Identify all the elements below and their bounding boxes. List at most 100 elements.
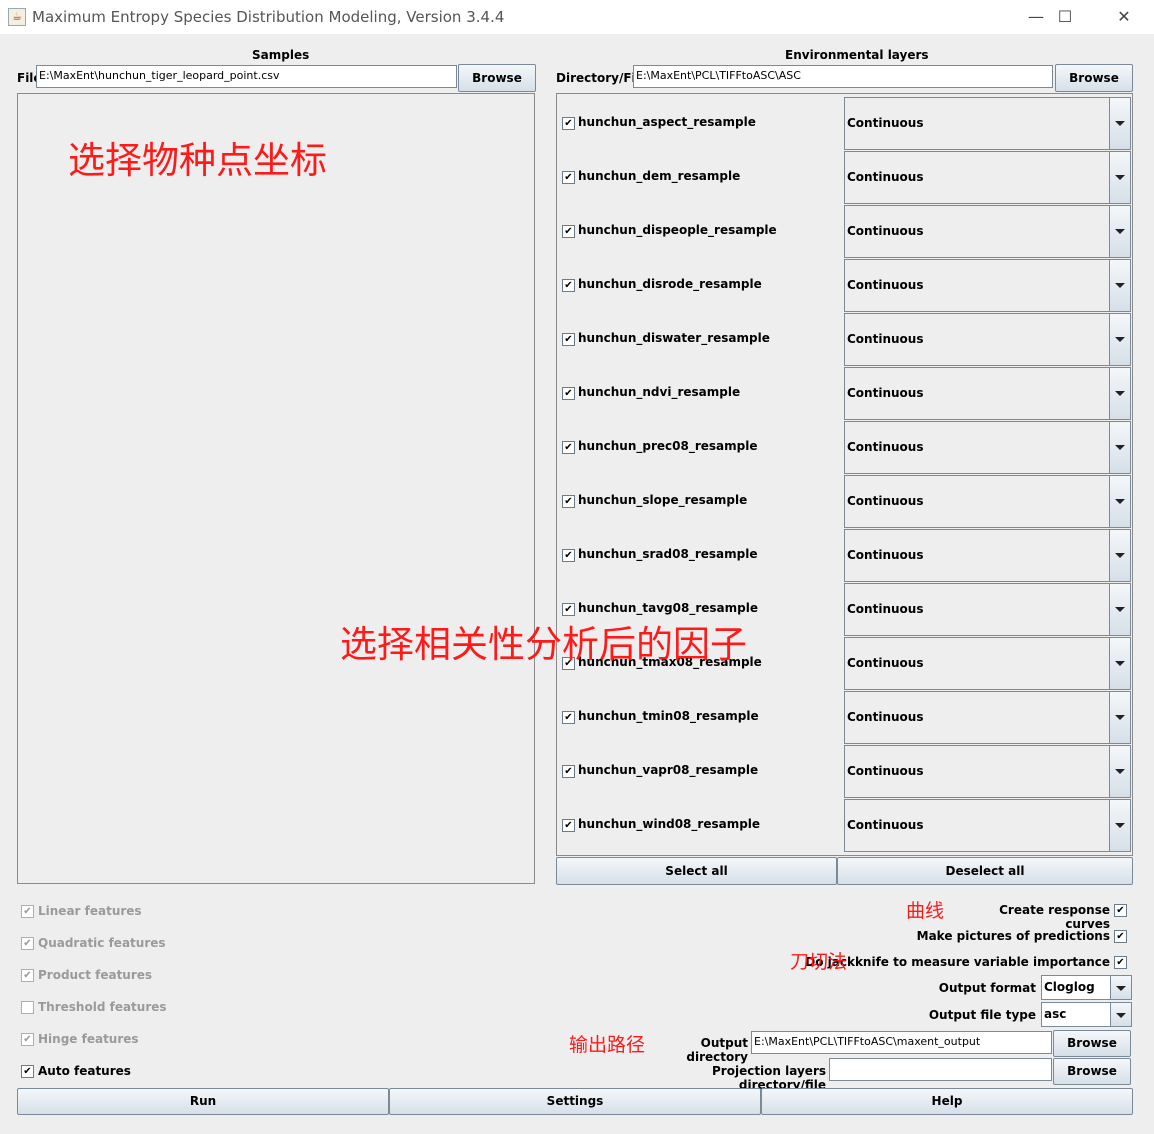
feature-checkbox[interactable]: ✔ [21,905,34,918]
layer-type-select[interactable]: Continuous [844,637,1131,690]
layer-checkbox[interactable]: ✔ [562,279,575,292]
chevron-down-icon [1115,337,1125,342]
layer-type-select[interactable]: Continuous [844,97,1131,150]
samples-heading: Samples [252,48,310,62]
settings-button[interactable]: Settings [389,1088,761,1115]
run-button[interactable]: Run [17,1088,389,1115]
layer-type-dropdown-arrow[interactable] [1109,692,1130,743]
layer-type-select[interactable]: Continuous [844,259,1131,312]
feature-checkbox[interactable]: ✔ [21,1065,34,1078]
layer-type-select[interactable]: Continuous [844,583,1131,636]
layer-checkbox[interactable]: ✔ [562,819,575,832]
layer-type-value: Continuous [847,386,924,400]
layer-checkbox[interactable]: ✔ [562,225,575,238]
layer-checkbox[interactable]: ✔ [562,171,575,184]
layer-type-value: Continuous [847,602,924,616]
layer-type-value: Continuous [847,494,924,508]
chevron-down-icon [1115,607,1125,612]
output-file-type-select[interactable]: asc [1041,1002,1132,1027]
output-format-value: Cloglog [1044,980,1095,994]
feature-checkbox[interactable]: ✔ [21,969,34,982]
output-file-type-dropdown-arrow[interactable] [1110,1003,1131,1026]
layer-type-value: Continuous [847,548,924,562]
feature-checkbox[interactable]: ✔ [21,937,34,950]
deselect-all-button[interactable]: Deselect all [837,857,1133,885]
response-curves-checkbox[interactable]: ✔ [1114,904,1127,917]
chevron-down-icon [1115,823,1125,828]
feature-label: Hinge features [38,1032,139,1046]
layer-type-dropdown-arrow[interactable] [1109,746,1130,797]
layer-type-select[interactable]: Continuous [844,421,1131,474]
pictures-label: Make pictures of predictions [916,929,1110,943]
layer-type-dropdown-arrow[interactable] [1109,800,1130,851]
layer-type-value: Continuous [847,278,924,292]
layer-checkbox[interactable]: ✔ [562,117,575,130]
layer-name: hunchun_dem_resample [578,169,741,183]
layer-type-select[interactable]: Continuous [844,799,1131,852]
layer-type-dropdown-arrow[interactable] [1109,314,1130,365]
layer-checkbox[interactable]: ✔ [562,495,575,508]
annotation-select-points: 选择物种点坐标 [68,139,327,182]
pictures-checkbox[interactable]: ✔ [1114,930,1127,943]
java-app-icon[interactable]: ☕ [8,8,26,26]
layer-type-value: Continuous [847,332,924,346]
layer-row: ✔ hunchun_prec08_resample Continuous [557,420,1131,474]
feature-checkbox[interactable]: ✔ [21,1033,34,1046]
layer-type-dropdown-arrow[interactable] [1109,476,1130,527]
layer-checkbox[interactable]: ✔ [562,333,575,346]
layer-checkbox[interactable]: ✔ [562,711,575,724]
feature-label: Threshold features [38,1000,167,1014]
layer-type-select[interactable]: Continuous [844,313,1131,366]
layer-checkbox[interactable]: ✔ [562,765,575,778]
samples-browse-button[interactable]: Browse [458,64,536,92]
layer-checkbox[interactable]: ✔ [562,549,575,562]
output-directory-field[interactable]: E:\MaxEnt\PCL\TIFFtoASC\maxent_output [751,1031,1052,1054]
samples-list-panel[interactable] [17,93,535,884]
layer-name: hunchun_ndvi_resample [578,385,741,399]
output-format-dropdown-arrow[interactable] [1110,976,1131,999]
layer-type-value: Continuous [847,818,924,832]
annotation-output-path: 输出路径 [569,1034,646,1056]
layer-type-select[interactable]: Continuous [844,367,1131,420]
layer-name: hunchun_aspect_resample [578,115,756,129]
layer-type-dropdown-arrow[interactable] [1109,584,1130,635]
layer-type-select[interactable]: Continuous [844,745,1131,798]
layer-type-dropdown-arrow[interactable] [1109,98,1130,149]
help-button[interactable]: Help [761,1088,1133,1115]
chevron-down-icon [1115,229,1125,234]
env-dir-field[interactable]: E:\MaxEnt\PCL\TIFFtoASC\ASC [633,65,1053,88]
layer-name: hunchun_tmin08_resample [578,709,759,723]
projection-layers-field[interactable] [829,1058,1052,1081]
layer-checkbox[interactable]: ✔ [562,387,575,400]
samples-file-field[interactable]: E:\MaxEnt\hunchun_tiger_leopard_point.cs… [36,65,457,88]
layer-type-select[interactable]: Continuous [844,205,1131,258]
layer-type-value: Continuous [847,116,924,130]
response-curves-label: Create response curves [999,903,1110,931]
layer-type-dropdown-arrow[interactable] [1109,368,1130,419]
layer-type-dropdown-arrow[interactable] [1109,422,1130,473]
projection-layers-browse-button[interactable]: Browse [1053,1058,1131,1085]
layer-type-value: Continuous [847,764,924,778]
output-directory-browse-button[interactable]: Browse [1053,1030,1131,1057]
annotation-curves: 曲线 [906,900,945,922]
close-button[interactable]: ✕ [1104,6,1144,28]
maximize-button[interactable]: ☐ [1045,6,1085,28]
select-all-button[interactable]: Select all [556,857,837,885]
layer-type-select[interactable]: Continuous [844,691,1131,744]
jackknife-checkbox[interactable]: ✔ [1114,956,1127,969]
layer-checkbox[interactable]: ✔ [562,441,575,454]
annotation-jackknife: 刀切法 [790,951,848,973]
chevron-down-icon [1115,175,1125,180]
layer-type-dropdown-arrow[interactable] [1109,530,1130,581]
feature-label: Quadratic features [38,936,166,950]
output-format-select[interactable]: Cloglog [1041,975,1132,1000]
layer-type-select[interactable]: Continuous [844,151,1131,204]
layer-type-dropdown-arrow[interactable] [1109,206,1130,257]
layer-type-dropdown-arrow[interactable] [1109,152,1130,203]
feature-checkbox[interactable] [21,1001,34,1014]
layer-type-dropdown-arrow[interactable] [1109,638,1130,689]
env-browse-button[interactable]: Browse [1055,64,1133,92]
layer-type-dropdown-arrow[interactable] [1109,260,1130,311]
layer-type-select[interactable]: Continuous [844,529,1131,582]
layer-type-select[interactable]: Continuous [844,475,1131,528]
